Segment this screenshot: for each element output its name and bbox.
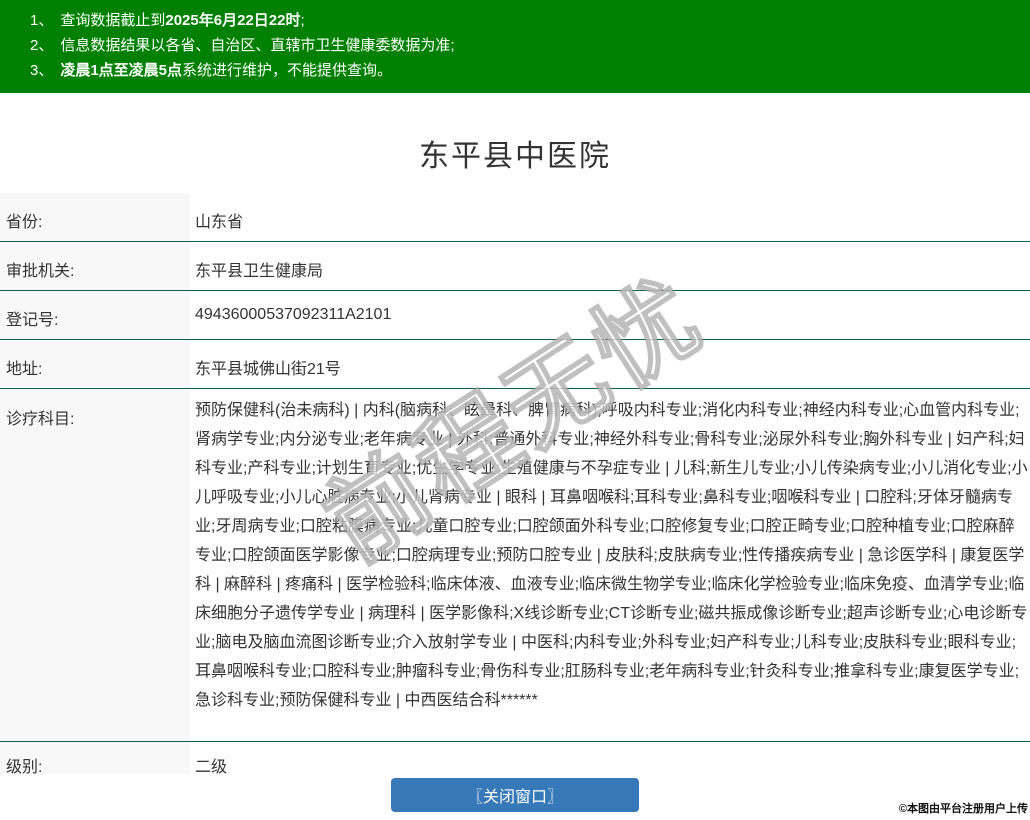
notice-line-3: 3、凌晨1点至凌晨5点系统进行维护，不能提供查询。: [30, 58, 1020, 83]
notice-number: 3、: [30, 62, 53, 79]
notice-line-2: 2、信息数据结果以各省、自治区、直辖市卫生健康委数据为准;: [30, 33, 1020, 58]
hospital-info-table: 省份: 山东省 审批机关: 东平县卫生健康局 登记号: 494360005370…: [0, 193, 1030, 774]
notice-line-1: 1、查询数据截止到2025年6月22日22时;: [30, 8, 1020, 33]
row-label: 级别:: [0, 742, 190, 774]
row-label: 省份:: [0, 193, 190, 241]
table-row-address: 地址: 东平县城佛山街21号: [0, 340, 1030, 389]
table-row-province: 省份: 山东省: [0, 193, 1030, 242]
row-label: 登记号:: [0, 291, 190, 339]
notice-text: 系统进行维护，不能提供查询。: [182, 62, 392, 79]
row-value: 预防保健科(治未病科) | 内科(脑病科、眩晕科、脾胃病科);呼吸内科专业;消化…: [190, 389, 1030, 741]
row-label: 审批机关:: [0, 242, 190, 290]
table-row-departments: 诊疗科目: 预防保健科(治未病科) | 内科(脑病科、眩晕科、脾胃病科);呼吸内…: [0, 389, 1030, 742]
notice-text-bold: 凌晨1点至凌晨5点: [60, 62, 182, 79]
notice-number: 2、: [30, 37, 53, 54]
query-result-page: 1、查询数据截止到2025年6月22日22时; 2、信息数据结果以各省、自治区、…: [0, 0, 1030, 820]
row-value: 49436000537092311A2101: [190, 291, 1030, 339]
uploader-disclaimer: ©本图由平台注册用户上传: [899, 800, 1028, 816]
notice-text: 查询数据截止到: [60, 12, 165, 29]
notice-text: ;: [300, 12, 304, 29]
notice-text-bold: 2025年6月22日22时: [165, 12, 300, 29]
table-row-registration-number: 登记号: 49436000537092311A2101: [0, 291, 1030, 340]
notice-number: 1、: [30, 12, 53, 29]
row-label: 诊疗科目:: [0, 389, 190, 741]
row-label: 地址:: [0, 340, 190, 388]
notice-banner: 1、查询数据截止到2025年6月22日22时; 2、信息数据结果以各省、自治区、…: [0, 0, 1030, 93]
row-value: 山东省: [190, 193, 1030, 241]
row-value: 二级: [190, 742, 1030, 774]
table-row-approval-authority: 审批机关: 东平县卫生健康局: [0, 242, 1030, 291]
close-window-button[interactable]: 〖关闭窗口〗: [391, 778, 639, 812]
hospital-title: 东平县中医院: [419, 140, 611, 173]
notice-text: 信息数据结果以各省、自治区、直辖市卫生健康委数据为准;: [60, 37, 454, 54]
table-row-level: 级别: 二级: [0, 742, 1030, 774]
row-value: 东平县城佛山街21号: [190, 340, 1030, 388]
row-value: 东平县卫生健康局: [190, 242, 1030, 290]
title-wrap: 东平县中医院: [0, 93, 1030, 193]
